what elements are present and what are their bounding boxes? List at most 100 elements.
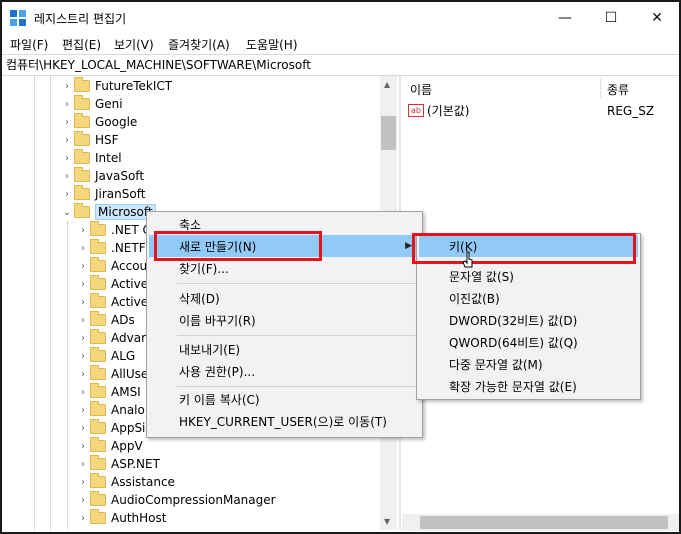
tree-node[interactable]: › Accou [76,257,147,275]
title-bar: 레지스트리 편집기 — ☐ ✕ [2,2,679,34]
chevron-right-icon[interactable]: › [76,279,90,290]
chevron-right-icon[interactable]: › [76,477,90,488]
chevron-right-icon[interactable]: › [60,99,74,110]
address-bar[interactable]: 컴퓨터\HKEY_LOCAL_MACHINE\SOFTWARE\Microsof… [2,54,679,76]
tree-node[interactable]: › ASP.NET [76,455,160,473]
chevron-right-icon[interactable]: › [76,441,90,452]
tree-node[interactable]: › Google [60,113,137,131]
chevron-right-icon[interactable]: › [76,495,90,506]
tree-node[interactable]: › .NETF [76,239,146,257]
sub-binary-value[interactable]: 이진값(B) [419,287,638,309]
tree-node[interactable]: › Advar [76,329,146,347]
ctx-export[interactable]: 내보내기(E) [149,338,420,360]
tree-node-label: Analo [111,403,145,417]
menu-edit[interactable]: 편집(E) [62,36,101,53]
sub-expandable-string-value[interactable]: 확장 가능한 문자열 값(E) [419,375,638,397]
sub-multi-string-value[interactable]: 다중 문자열 값(M) [419,353,638,375]
tree-node[interactable]: › Active [76,293,148,311]
tree-node[interactable]: › .NET C [76,221,151,239]
tree-node[interactable]: › HSF [60,131,119,149]
chevron-right-icon[interactable]: › [76,225,90,236]
ctx-copy-key-name[interactable]: 키 이름 복사(C) [149,388,420,410]
tree-node-label: .NETF [111,241,146,255]
chevron-right-icon[interactable]: › [76,333,90,344]
minimize-button[interactable]: — [542,2,588,34]
chevron-right-icon[interactable]: › [60,135,74,146]
chevron-right-icon[interactable]: › [60,81,74,92]
chevron-right-icon[interactable]: › [76,243,90,254]
tree-node[interactable]: › AMSI [76,383,141,401]
tree-node-label: FutureTekICT [95,79,173,93]
tree-scroll-thumb[interactable] [381,116,396,150]
submenu-arrow-icon: ▶ [405,241,412,251]
tree-node[interactable]: › AppSi [76,419,145,437]
tree-node-label: AppV [111,439,143,453]
value-name: (기본값) [427,104,470,118]
chevron-down-icon[interactable]: ⌄ [60,207,74,218]
value-type: REG_SZ [607,103,655,118]
folder-icon [74,95,90,110]
folder-icon [74,149,90,164]
chevron-right-icon[interactable]: › [76,315,90,326]
close-button[interactable]: ✕ [634,2,679,34]
string-value-icon: ab [408,104,424,117]
scroll-up-icon[interactable]: ▲ [384,80,390,89]
tree-node[interactable]: › Intel [60,149,122,167]
ctx-delete[interactable]: 삭제(D) [149,287,420,309]
chevron-right-icon[interactable]: › [76,387,90,398]
tree-node[interactable]: › Active [76,275,148,293]
maximize-button[interactable]: ☐ [588,2,634,34]
tree-node[interactable]: › AudioCompressionManager [76,491,276,509]
menu-file[interactable]: 파일(F) [10,36,48,53]
chevron-right-icon[interactable]: › [76,423,90,434]
menu-help[interactable]: 도움말(H) [246,36,298,53]
tree-node[interactable]: › Assistance [76,473,175,491]
values-scroll-thumb[interactable] [420,516,668,529]
tree-node[interactable]: › ADs [76,311,135,329]
ctx-rename[interactable]: 이름 바꾸기(R) [149,309,420,331]
sub-qword-value[interactable]: QWORD(64비트) 값(Q) [419,331,638,353]
tree-node[interactable]: › AllUse [76,365,148,383]
sub-dword-value[interactable]: DWORD(32비트) 값(D) [419,309,638,331]
folder-icon [90,455,106,470]
tree-node[interactable]: › JiranSoft [60,185,145,203]
column-type-header[interactable]: 종류 [607,81,629,98]
values-horizontal-scrollbar[interactable] [402,514,679,531]
chevron-right-icon[interactable]: › [76,297,90,308]
tree-node[interactable]: › Geni [60,95,123,113]
annotation-box-key [412,233,636,264]
tree-node[interactable]: › FutureTekICT [60,77,172,95]
tree-node[interactable]: › AuthHost [76,509,166,527]
folder-icon [74,113,90,128]
ctx-separator [177,386,418,387]
sub-string-value[interactable]: 문자열 값(S) [419,265,638,287]
folder-icon [90,437,106,452]
tree-node[interactable]: › AppV [76,437,143,455]
tree-node[interactable]: › JavaSoft [60,167,144,185]
tree-node[interactable]: ⌄ Microsoft [60,203,156,221]
tree-node[interactable]: › Analo [76,401,145,419]
chevron-right-icon[interactable]: › [76,351,90,362]
chevron-right-icon[interactable]: › [60,171,74,182]
folder-icon [90,473,106,488]
chevron-right-icon[interactable]: › [60,117,74,128]
chevron-right-icon[interactable]: › [76,261,90,272]
scroll-down-icon[interactable]: ▼ [384,517,390,526]
chevron-right-icon[interactable]: › [76,369,90,380]
chevron-right-icon[interactable]: › [76,405,90,416]
ctx-permissions[interactable]: 사용 권한(P)... [149,360,420,382]
column-name-header[interactable]: 이름 [410,81,432,98]
folder-icon [90,311,106,326]
column-divider[interactable] [600,78,601,98]
menu-favorites[interactable]: 즐겨찾기(A) [168,36,230,53]
chevron-right-icon[interactable]: › [60,153,74,164]
value-row-default[interactable]: ab (기본값) REG_SZ [408,102,654,119]
ctx-go-to-hkcu[interactable]: HKEY_CURRENT_USER(으)로 이동(T) [149,410,420,432]
menu-view[interactable]: 보기(V) [114,36,154,53]
tree-node[interactable]: › ALG [76,347,135,365]
chevron-right-icon[interactable]: › [76,513,90,524]
chevron-right-icon[interactable]: › [76,459,90,470]
folder-icon [90,239,106,254]
chevron-right-icon[interactable]: › [60,189,74,200]
window-title: 레지스트리 편집기 [34,12,127,26]
